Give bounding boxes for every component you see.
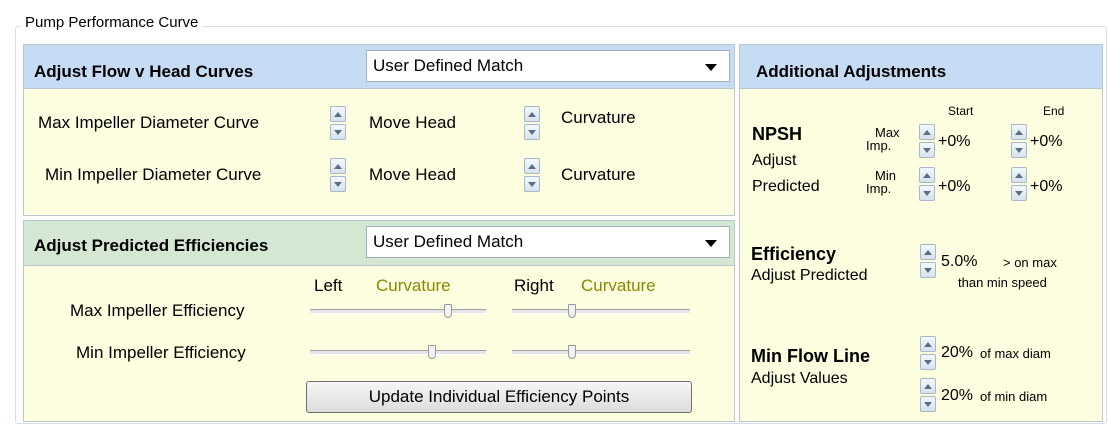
npsh-min-start-value: +0% [938, 178, 971, 195]
update-efficiency-points-button[interactable]: Update Individual Efficiency Points [306, 381, 692, 413]
right-column-label: Right [514, 276, 554, 295]
min-diameter-label: Min Impeller Diameter Curve [45, 165, 262, 184]
slider-thumb[interactable] [428, 345, 436, 359]
slider-thumb[interactable] [568, 345, 576, 359]
efficiencies-mode-select[interactable]: User Defined Match [366, 226, 730, 258]
min-flow-sub: Adjust Values [751, 370, 848, 387]
chevron-down-icon [705, 240, 717, 247]
max-left-curvature-slider[interactable] [310, 304, 486, 320]
spin-down-icon[interactable] [920, 262, 936, 278]
max-right-curvature-slider[interactable] [512, 304, 690, 320]
npsh-min-end-spinner[interactable] [1011, 167, 1027, 201]
spin-down-icon[interactable] [1011, 185, 1027, 201]
spin-up-icon[interactable] [920, 378, 936, 394]
efficiency-value: 5.0% [941, 253, 978, 270]
efficiency-title: Efficiency [751, 244, 837, 264]
min-move-head-spinner[interactable] [330, 158, 346, 192]
npsh-min-start-spinner[interactable] [919, 167, 935, 201]
spin-down-icon[interactable] [919, 185, 935, 201]
flow-head-mode-select[interactable]: User Defined Match [366, 50, 730, 82]
spin-down-icon[interactable] [920, 396, 936, 412]
max-curvature-label: Curvature [561, 108, 636, 127]
npsh-sub-adjust: Adjust [752, 152, 797, 169]
min-flow-min-value: 20% [941, 387, 974, 404]
min-efficiency-label: Min Impeller Efficiency [76, 343, 246, 362]
min-flow-min-spinner[interactable] [920, 378, 936, 412]
npsh-max-label-2: Imp. [866, 138, 892, 153]
min-flow-max-note: of max diam [980, 346, 1051, 361]
efficiencies-mode-value: User Defined Match [373, 232, 524, 251]
left-column-label: Left [314, 276, 343, 295]
npsh-sub-predicted: Predicted [752, 178, 820, 195]
slider-thumb[interactable] [444, 304, 452, 318]
max-move-head-label: Move Head [369, 113, 456, 132]
additional-title: Additional Adjustments [756, 62, 947, 81]
npsh-end-label: End [1043, 104, 1065, 118]
spin-up-icon[interactable] [1011, 167, 1027, 183]
spin-up-icon[interactable] [920, 244, 936, 260]
min-curvature-spinner[interactable] [524, 158, 540, 192]
slider-track [512, 350, 690, 355]
spin-up-icon[interactable] [330, 158, 346, 174]
min-right-curvature-slider[interactable] [512, 345, 690, 361]
npsh-min-label-2: Imp. [866, 181, 892, 196]
min-move-head-label: Move Head [369, 165, 456, 184]
efficiency-note-2: than min speed [958, 275, 1047, 290]
spin-up-icon[interactable] [919, 124, 935, 140]
min-flow-min-note: of min diam [980, 389, 1048, 404]
slider-track [512, 309, 690, 314]
spin-up-icon[interactable] [524, 158, 540, 174]
npsh-max-end-spinner[interactable] [1011, 124, 1027, 158]
npsh-max-start-value: +0% [938, 133, 971, 150]
min-curvature-label: Curvature [561, 165, 636, 184]
min-flow-max-spinner[interactable] [920, 336, 936, 370]
min-flow-title: Min Flow Line [751, 346, 870, 366]
npsh-max-end-value: +0% [1030, 133, 1063, 150]
npsh-max-start-spinner[interactable] [919, 124, 935, 158]
efficiency-spinner[interactable] [920, 244, 936, 278]
right-curvature-label: Curvature [581, 276, 656, 295]
efficiencies-title: Adjust Predicted Efficiencies [34, 236, 269, 255]
min-flow-max-value: 20% [941, 344, 974, 361]
spin-down-icon[interactable] [524, 124, 540, 140]
chevron-down-icon [705, 64, 717, 71]
npsh-title: NPSH [752, 124, 803, 144]
npsh-min-end-value: +0% [1030, 178, 1063, 195]
efficiency-sub: Adjust Predicted [751, 267, 868, 284]
spin-down-icon[interactable] [920, 354, 936, 370]
flow-head-title: Adjust Flow v Head Curves [34, 62, 254, 81]
min-left-curvature-slider[interactable] [310, 345, 486, 361]
max-curvature-spinner[interactable] [524, 106, 540, 140]
spin-down-icon[interactable] [330, 124, 346, 140]
spin-down-icon[interactable] [524, 176, 540, 192]
spin-up-icon[interactable] [524, 106, 540, 122]
flow-head-mode-value: User Defined Match [373, 56, 524, 75]
slider-track [310, 309, 486, 314]
max-diameter-label: Max Impeller Diameter Curve [38, 113, 260, 132]
npsh-start-label: Start [948, 104, 974, 118]
max-move-head-spinner[interactable] [330, 106, 346, 140]
spin-up-icon[interactable] [920, 336, 936, 352]
efficiency-note-1: > on max [1003, 255, 1057, 270]
group-title: Pump Performance Curve [21, 14, 203, 32]
spin-up-icon[interactable] [919, 167, 935, 183]
slider-thumb[interactable] [568, 304, 576, 318]
left-curvature-label: Curvature [376, 276, 451, 295]
max-efficiency-label: Max Impeller Efficiency [70, 301, 245, 320]
spin-up-icon[interactable] [330, 106, 346, 122]
spin-down-icon[interactable] [1011, 142, 1027, 158]
spin-down-icon[interactable] [919, 142, 935, 158]
spin-down-icon[interactable] [330, 176, 346, 192]
slider-track [310, 350, 486, 355]
spin-up-icon[interactable] [1011, 124, 1027, 140]
